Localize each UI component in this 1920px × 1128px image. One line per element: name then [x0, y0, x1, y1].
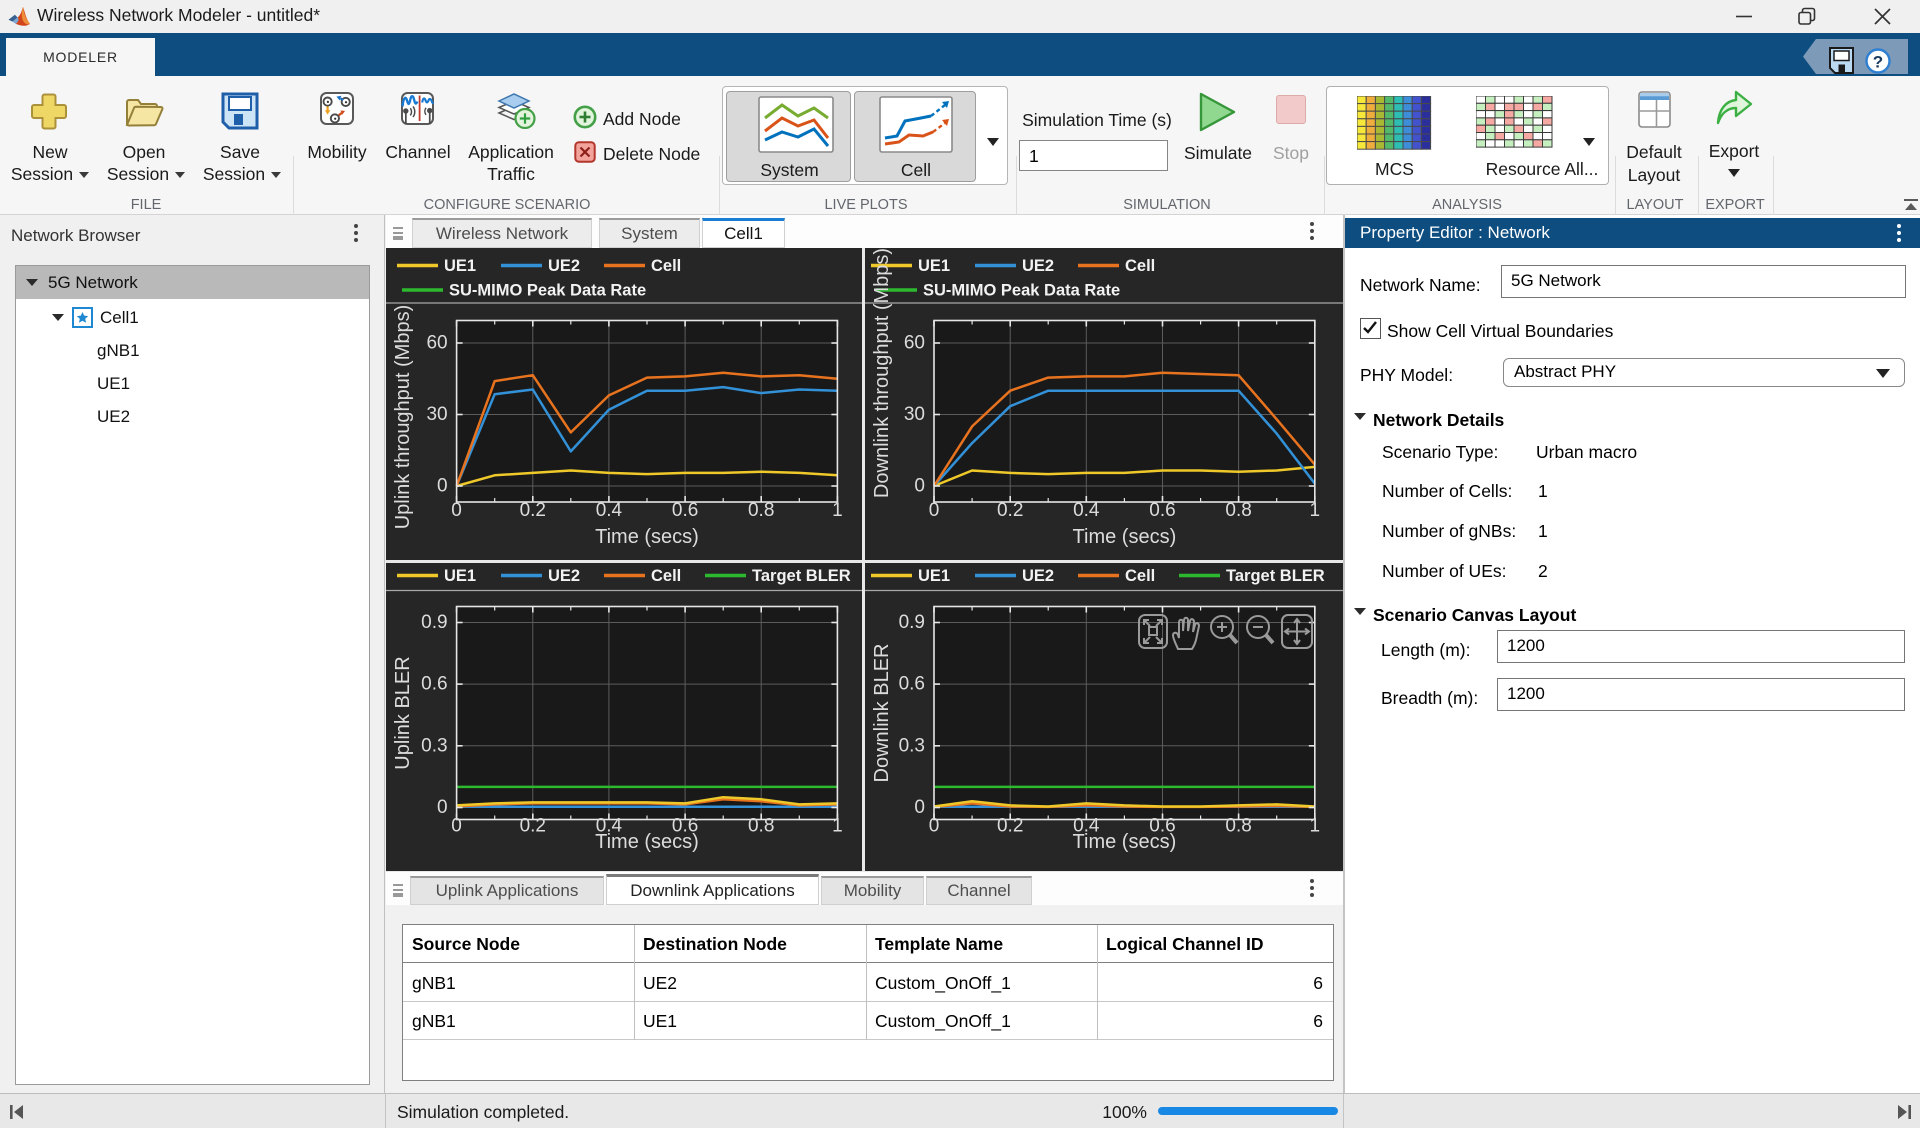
svg-text:?: ?	[1873, 53, 1883, 72]
svg-text:0.3: 0.3	[421, 735, 447, 756]
svg-text:0: 0	[437, 797, 448, 818]
svg-text:30: 30	[904, 404, 925, 425]
svg-text:0.4: 0.4	[596, 500, 623, 521]
svg-text:UE2: UE2	[1022, 257, 1054, 275]
svg-text:Cell: Cell	[1125, 257, 1155, 275]
svg-text:UE2: UE2	[548, 567, 580, 585]
svg-text:0: 0	[914, 476, 925, 497]
svg-text:Time (secs): Time (secs)	[595, 831, 699, 853]
svg-text:Uplink BLER: Uplink BLER	[392, 656, 414, 769]
svg-text:0: 0	[451, 500, 462, 521]
svg-text:Downlink throughput (Mbps): Downlink throughput (Mbps)	[871, 248, 893, 498]
svg-text:SU-MIMO Peak Data Rate: SU-MIMO Peak Data Rate	[449, 282, 646, 300]
svg-text:60: 60	[426, 333, 447, 354]
svg-text:Cell: Cell	[651, 257, 681, 275]
svg-text:0: 0	[451, 816, 462, 837]
svg-text:Uplink throughput (Mbps): Uplink throughput (Mbps)	[392, 305, 414, 530]
svg-text:0.6: 0.6	[899, 674, 925, 695]
svg-text:0.2: 0.2	[997, 500, 1023, 521]
svg-text:1: 1	[1310, 500, 1321, 521]
svg-text:UE2: UE2	[548, 257, 580, 275]
svg-text:0: 0	[914, 797, 925, 818]
svg-text:0.8: 0.8	[748, 500, 774, 521]
svg-text:Cell: Cell	[651, 567, 681, 585]
svg-text:1: 1	[1310, 816, 1321, 837]
svg-text:0: 0	[929, 500, 940, 521]
svg-text:0.6: 0.6	[421, 674, 447, 695]
svg-text:1: 1	[832, 500, 843, 521]
svg-text:Target BLER: Target BLER	[1226, 567, 1325, 585]
svg-text:Downlink BLER: Downlink BLER	[871, 644, 893, 783]
svg-text:Target BLER: Target BLER	[752, 567, 851, 585]
svg-text:UE1: UE1	[444, 567, 476, 585]
svg-text:60: 60	[904, 333, 925, 354]
svg-text:SU-MIMO Peak Data Rate: SU-MIMO Peak Data Rate	[923, 282, 1120, 300]
svg-text:UE1: UE1	[918, 567, 950, 585]
svg-text:0.8: 0.8	[748, 816, 774, 837]
svg-text:Cell: Cell	[1125, 567, 1155, 585]
svg-text:0.3: 0.3	[899, 735, 925, 756]
svg-text:0.9: 0.9	[421, 612, 447, 633]
svg-text:0.8: 0.8	[1225, 500, 1251, 521]
svg-text:0.2: 0.2	[997, 816, 1023, 837]
svg-text:1: 1	[832, 816, 843, 837]
svg-text:0.6: 0.6	[672, 500, 698, 521]
svg-text:Time (secs): Time (secs)	[1073, 831, 1177, 853]
svg-text:UE1: UE1	[444, 257, 476, 275]
svg-text:0.8: 0.8	[1225, 816, 1251, 837]
svg-text:30: 30	[426, 404, 447, 425]
svg-text:0.2: 0.2	[520, 816, 546, 837]
svg-text:0.9: 0.9	[899, 612, 925, 633]
svg-text:UE1: UE1	[918, 257, 950, 275]
svg-text:Time (secs): Time (secs)	[1073, 526, 1177, 548]
svg-text:0: 0	[437, 476, 448, 497]
svg-text:0.4: 0.4	[1073, 500, 1100, 521]
svg-text:0.6: 0.6	[1149, 500, 1175, 521]
svg-text:0: 0	[929, 816, 940, 837]
svg-text:Time (secs): Time (secs)	[595, 526, 699, 548]
svg-text:0.2: 0.2	[520, 500, 546, 521]
svg-text:UE2: UE2	[1022, 567, 1054, 585]
